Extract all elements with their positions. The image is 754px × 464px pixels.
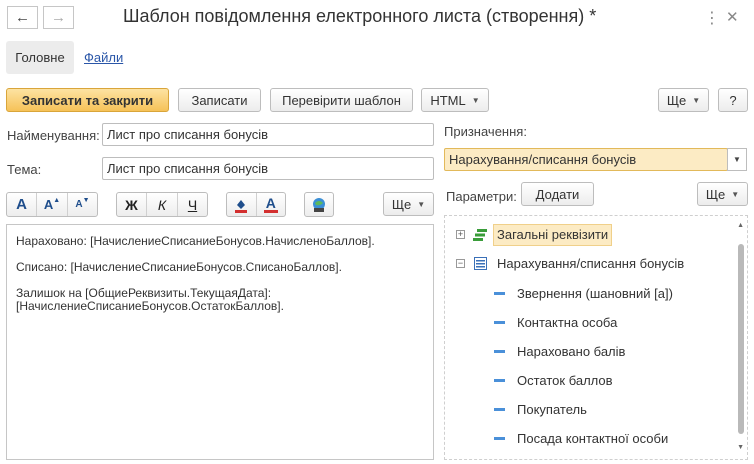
tree-item-label: Покупатель: [517, 402, 587, 417]
paint-bucket-icon: [235, 199, 248, 213]
text-color-bar-icon: [263, 210, 278, 213]
text-color-label: A: [265, 195, 276, 211]
tab-files[interactable]: Файли: [84, 50, 123, 65]
save-button[interactable]: Записати: [178, 88, 261, 112]
editor-line: [НачислениеСписаниеБонусов.ОстатокБаллов…: [16, 299, 284, 313]
params-label: Параметри:: [446, 189, 517, 204]
font-decrease-label: A: [75, 199, 83, 210]
list-group-icon: [473, 229, 487, 241]
insert-image-button[interactable]: [305, 193, 333, 216]
tree-group-bonuses[interactable]: − Нарахування/списання бонусів: [445, 253, 725, 275]
font-size-group: A A ▲ A ▼: [6, 192, 98, 217]
font-increase-label: A: [43, 197, 54, 212]
field-icon: [494, 437, 505, 440]
tree-item[interactable]: Покупатель: [445, 400, 725, 420]
tree-item-label: Звернення (шановний [а]): [517, 286, 673, 301]
purpose-label: Призначення:: [444, 124, 527, 139]
fill-color-button[interactable]: [227, 193, 257, 216]
tree-item-label: Нараховано балів: [517, 344, 626, 359]
caret-down-icon: ▼: [731, 189, 740, 199]
format-more-label: Ще: [391, 196, 412, 212]
tree-item[interactable]: Контактна особа: [445, 313, 725, 333]
close-icon[interactable]: ✕: [726, 8, 739, 26]
field-icon: [494, 408, 505, 411]
tree-item[interactable]: Остаток баллов: [445, 371, 725, 391]
table-icon: [474, 257, 487, 270]
font-increase-button[interactable]: A ▲: [37, 193, 68, 216]
more-vert-icon[interactable]: ⋮: [704, 8, 720, 28]
purpose-select[interactable]: Нарахування/списання бонусів: [444, 148, 728, 171]
tree-item-label: Контактна особа: [517, 315, 618, 330]
name-input[interactable]: Лист про списання бонусів: [102, 123, 434, 146]
image-group: [304, 192, 334, 217]
message-editor[interactable]: Нараховано: [НачислениеСписаниеБонусов.Н…: [6, 224, 434, 460]
tree-group-label: Нарахування/списання бонусів: [497, 256, 685, 271]
caret-down-icon: ▼: [417, 199, 426, 209]
tab-main[interactable]: Головне: [6, 41, 74, 74]
scroll-up-icon[interactable]: ▲: [737, 222, 744, 229]
subject-input[interactable]: Лист про списання бонусів: [102, 157, 434, 180]
field-icon: [494, 321, 505, 324]
font-decrease-button[interactable]: A ▼: [68, 193, 97, 216]
save-and-close-button[interactable]: Записати та закрити: [6, 88, 169, 112]
arrow-up-icon: ▲: [53, 197, 61, 204]
arrow-down-icon: ▼: [82, 197, 90, 204]
check-template-button[interactable]: Перевірити шаблон: [270, 88, 413, 112]
forward-button[interactable]: →: [43, 6, 74, 29]
collapse-icon[interactable]: −: [456, 259, 465, 268]
tree-group-general[interactable]: + Загальні реквізити: [445, 224, 725, 246]
format-label: HTML: [430, 92, 466, 108]
tree-item-label: Посада контактної особи: [517, 431, 669, 446]
editor-line: Нараховано: [НачислениеСписаниеБонусов.Н…: [16, 234, 375, 248]
font-button[interactable]: A: [7, 193, 37, 216]
subject-label: Тема:: [7, 162, 42, 177]
arrow-left-icon: ←: [15, 9, 30, 26]
format-dropdown[interactable]: HTML ▼: [421, 88, 489, 112]
expand-icon[interactable]: +: [456, 230, 465, 239]
tree-item[interactable]: Звернення (шановний [а]): [445, 284, 725, 304]
params-more-button[interactable]: Ще ▼: [697, 182, 748, 206]
scroll-down-icon[interactable]: ▼: [737, 444, 744, 451]
tree-scrollbar[interactable]: [738, 244, 744, 434]
text-style-group: Ж К Ч: [116, 192, 208, 217]
more-label: Ще: [666, 92, 687, 108]
field-icon: [494, 379, 505, 382]
caret-down-icon: ▼: [692, 95, 701, 105]
tree-group-label: Загальні реквізити: [493, 224, 613, 246]
underline-button[interactable]: Ч: [178, 193, 207, 216]
params-more-label: Ще: [705, 186, 726, 202]
italic-button[interactable]: К: [147, 193, 178, 216]
insert-image-icon: [313, 197, 325, 212]
window-title: Шаблон повідомлення електронного листа (…: [123, 6, 597, 26]
more-button[interactable]: Ще ▼: [658, 88, 709, 112]
format-more-button[interactable]: Ще ▼: [383, 192, 434, 216]
tree-item[interactable]: Посада контактної особи: [445, 429, 725, 449]
bold-button[interactable]: Ж: [117, 193, 147, 216]
name-label: Найменування:: [7, 128, 100, 143]
caret-down-icon: ▼: [733, 155, 741, 164]
help-button[interactable]: ?: [718, 88, 748, 112]
tree-item-label: Остаток баллов: [517, 373, 613, 388]
tree-item[interactable]: Нараховано балів: [445, 342, 725, 362]
arrow-right-icon: →: [51, 9, 66, 26]
field-icon: [494, 350, 505, 353]
add-param-button[interactable]: Додати: [521, 182, 594, 206]
text-color-button[interactable]: A: [257, 193, 286, 216]
back-button[interactable]: ←: [7, 6, 38, 29]
params-tree: + Загальні реквізити − Нарахування/списа…: [444, 215, 748, 460]
field-icon: [494, 292, 505, 295]
purpose-dropdown-button[interactable]: ▼: [727, 148, 747, 171]
editor-line: Списано: [НачислениеСписаниеБонусов.Спис…: [16, 260, 342, 274]
caret-down-icon: ▼: [471, 95, 480, 105]
color-group: A: [226, 192, 286, 217]
